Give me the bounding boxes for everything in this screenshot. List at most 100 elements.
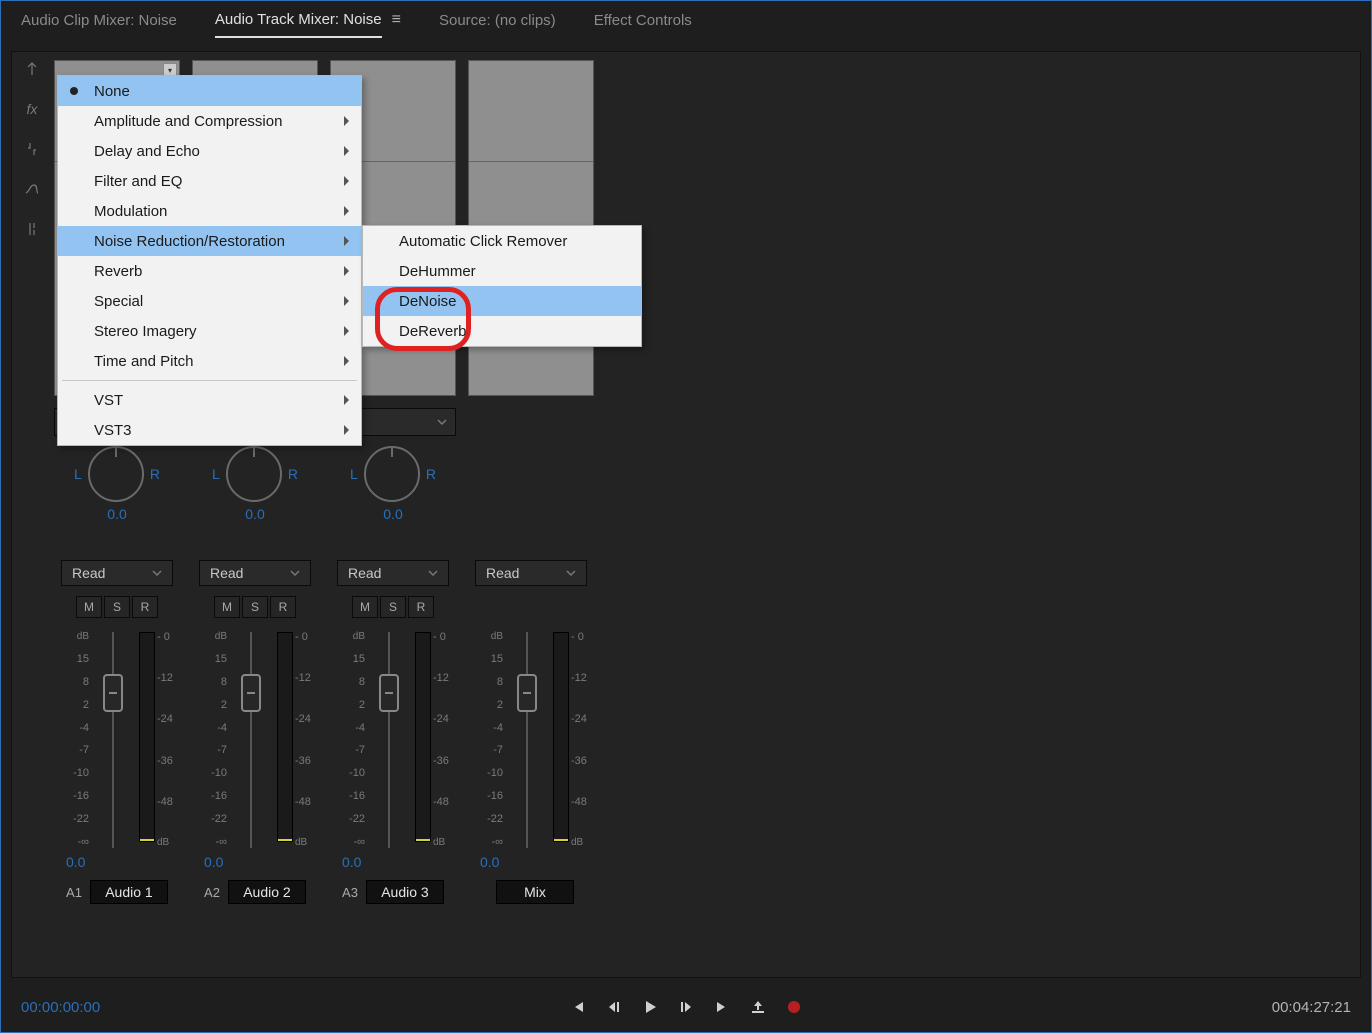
submenu-item-dehummer[interactable]: DeHummer [363,256,641,286]
menu-item-delay-echo[interactable]: Delay and Echo [58,136,361,166]
solo-button[interactable]: S [104,596,130,618]
fader-thumb[interactable] [241,674,261,712]
volume-fader[interactable] [374,632,404,848]
pan-value: 0.0 [107,506,126,522]
menu-item-label: Delay and Echo [94,143,200,160]
transport-bar: 00:00:00:00 00:04:27:21 [11,992,1361,1022]
automation-mode-dropdown[interactable]: Read [337,560,449,586]
record-button[interactable]: R [408,596,434,618]
volume-value: 0.0 [204,854,223,870]
go-to-out-button[interactable] [713,998,731,1016]
tab-effect-controls[interactable]: Effect Controls [594,4,692,37]
menu-item-label: DeNoise [399,293,457,310]
pan-knob[interactable] [88,446,144,502]
menu-item-reverb[interactable]: Reverb [58,256,361,286]
menu-item-label: Automatic Click Remover [399,233,567,250]
mute-button[interactable]: M [76,596,102,618]
mute-button[interactable]: M [352,596,378,618]
pan-knob[interactable] [364,446,420,502]
panel-menu-icon[interactable]: ≡ [392,11,401,29]
fx-submenu-noise-reduction: Automatic Click Remover DeHummer DeNoise… [362,225,642,347]
record-button[interactable]: R [270,596,296,618]
export-button[interactable] [749,998,767,1016]
mute-button[interactable]: M [214,596,240,618]
submenu-item-dereverb[interactable]: DeReverb [363,316,641,346]
track-name[interactable]: Audio 3 [366,880,444,904]
menu-item-label: Modulation [94,203,167,220]
menu-item-special[interactable]: Special [58,286,361,316]
menu-item-modulation[interactable]: Modulation [58,196,361,226]
fader-thumb[interactable] [379,674,399,712]
menu-item-vst3[interactable]: VST3 [58,415,361,445]
menu-item-filter-eq[interactable]: Filter and EQ [58,166,361,196]
menu-item-none[interactable]: None [58,76,361,106]
automation-mode-dropdown[interactable]: Read [61,560,173,586]
menu-separator [62,380,357,381]
left-tool-column: fx [20,60,44,238]
pan-left-label: L [74,466,82,482]
master-meter-icon[interactable] [23,60,41,78]
fader-thumb[interactable] [103,674,123,712]
pan-left-label: L [212,466,220,482]
volume-fader[interactable] [512,632,542,848]
track-name[interactable]: Mix [496,880,574,904]
menu-item-label: None [94,83,130,100]
record-toggle[interactable] [785,998,803,1016]
timecode-duration: 00:04:27:21 [1272,999,1351,1016]
volume-fader[interactable] [98,632,128,848]
automation-icon[interactable] [23,180,41,198]
level-meter: - 0-12-24 -36-48dB [133,632,177,848]
volume-fader[interactable] [236,632,266,848]
menu-item-label: DeHummer [399,263,476,280]
record-button[interactable]: R [132,596,158,618]
bullet-icon [70,87,78,95]
pan-control: L R 0.0 [52,446,182,522]
fx-category-menu: None Amplitude and Compression Delay and… [57,75,362,446]
menu-item-label: Stereo Imagery [94,323,197,340]
step-forward-button[interactable] [677,998,695,1016]
menu-item-label: Amplitude and Compression [94,113,282,130]
menu-item-time-pitch[interactable]: Time and Pitch [58,346,361,376]
pan-left-label: L [350,466,358,482]
divider-icon [23,140,41,158]
pan-right-label: R [288,466,298,482]
tab-audio-track-mixer[interactable]: Audio Track Mixer: Noise [215,3,382,38]
fader-thumb[interactable] [517,674,537,712]
menu-item-label: VST [94,392,123,409]
fx-icon[interactable]: fx [23,100,41,118]
submenu-item-auto-click-remover[interactable]: Automatic Click Remover [363,226,641,256]
tab-source[interactable]: Source: (no clips) [439,4,556,37]
transport-controls [569,998,803,1016]
play-button[interactable] [641,998,659,1016]
volume-value: 0.0 [66,854,85,870]
automation-mode-label: Read [72,565,105,581]
pan-knob[interactable] [226,446,282,502]
automation-mode-dropdown[interactable]: Read [199,560,311,586]
step-back-button[interactable] [605,998,623,1016]
menu-item-amplitude[interactable]: Amplitude and Compression [58,106,361,136]
channel-strip-mix: 0.0 Read dB1582-4-7-10-16-22-∞ - 0-12-24… [466,60,596,904]
menu-item-noise-reduction[interactable]: Noise Reduction/Restoration [58,226,361,256]
menu-item-label: Noise Reduction/Restoration [94,233,285,250]
timecode-current[interactable]: 00:00:00:00 [21,999,100,1016]
pan-value: 0.0 [383,506,402,522]
go-to-in-button[interactable] [569,998,587,1016]
track-name[interactable]: Audio 2 [228,880,306,904]
menu-item-vst[interactable]: VST [58,385,361,415]
automation-mode-label: Read [486,565,519,581]
menu-item-label: DeReverb [399,323,467,340]
submenu-item-denoise[interactable]: DeNoise [363,286,641,316]
tab-audio-clip-mixer[interactable]: Audio Clip Mixer: Noise [21,4,177,37]
track-name[interactable]: Audio 1 [90,880,168,904]
automation-mode-label: Read [210,565,243,581]
menu-item-label: Reverb [94,263,142,280]
automation-mode-dropdown[interactable]: Read [475,560,587,586]
solo-button[interactable]: S [380,596,406,618]
menu-item-label: Time and Pitch [94,353,194,370]
pan-right-label: R [150,466,160,482]
menu-item-stereo-imagery[interactable]: Stereo Imagery [58,316,361,346]
volume-value: 0.0 [480,854,499,870]
pan-value: 0.0 [245,506,264,522]
solo-button[interactable]: S [242,596,268,618]
track-footer: A1 Audio 1 [66,880,168,904]
